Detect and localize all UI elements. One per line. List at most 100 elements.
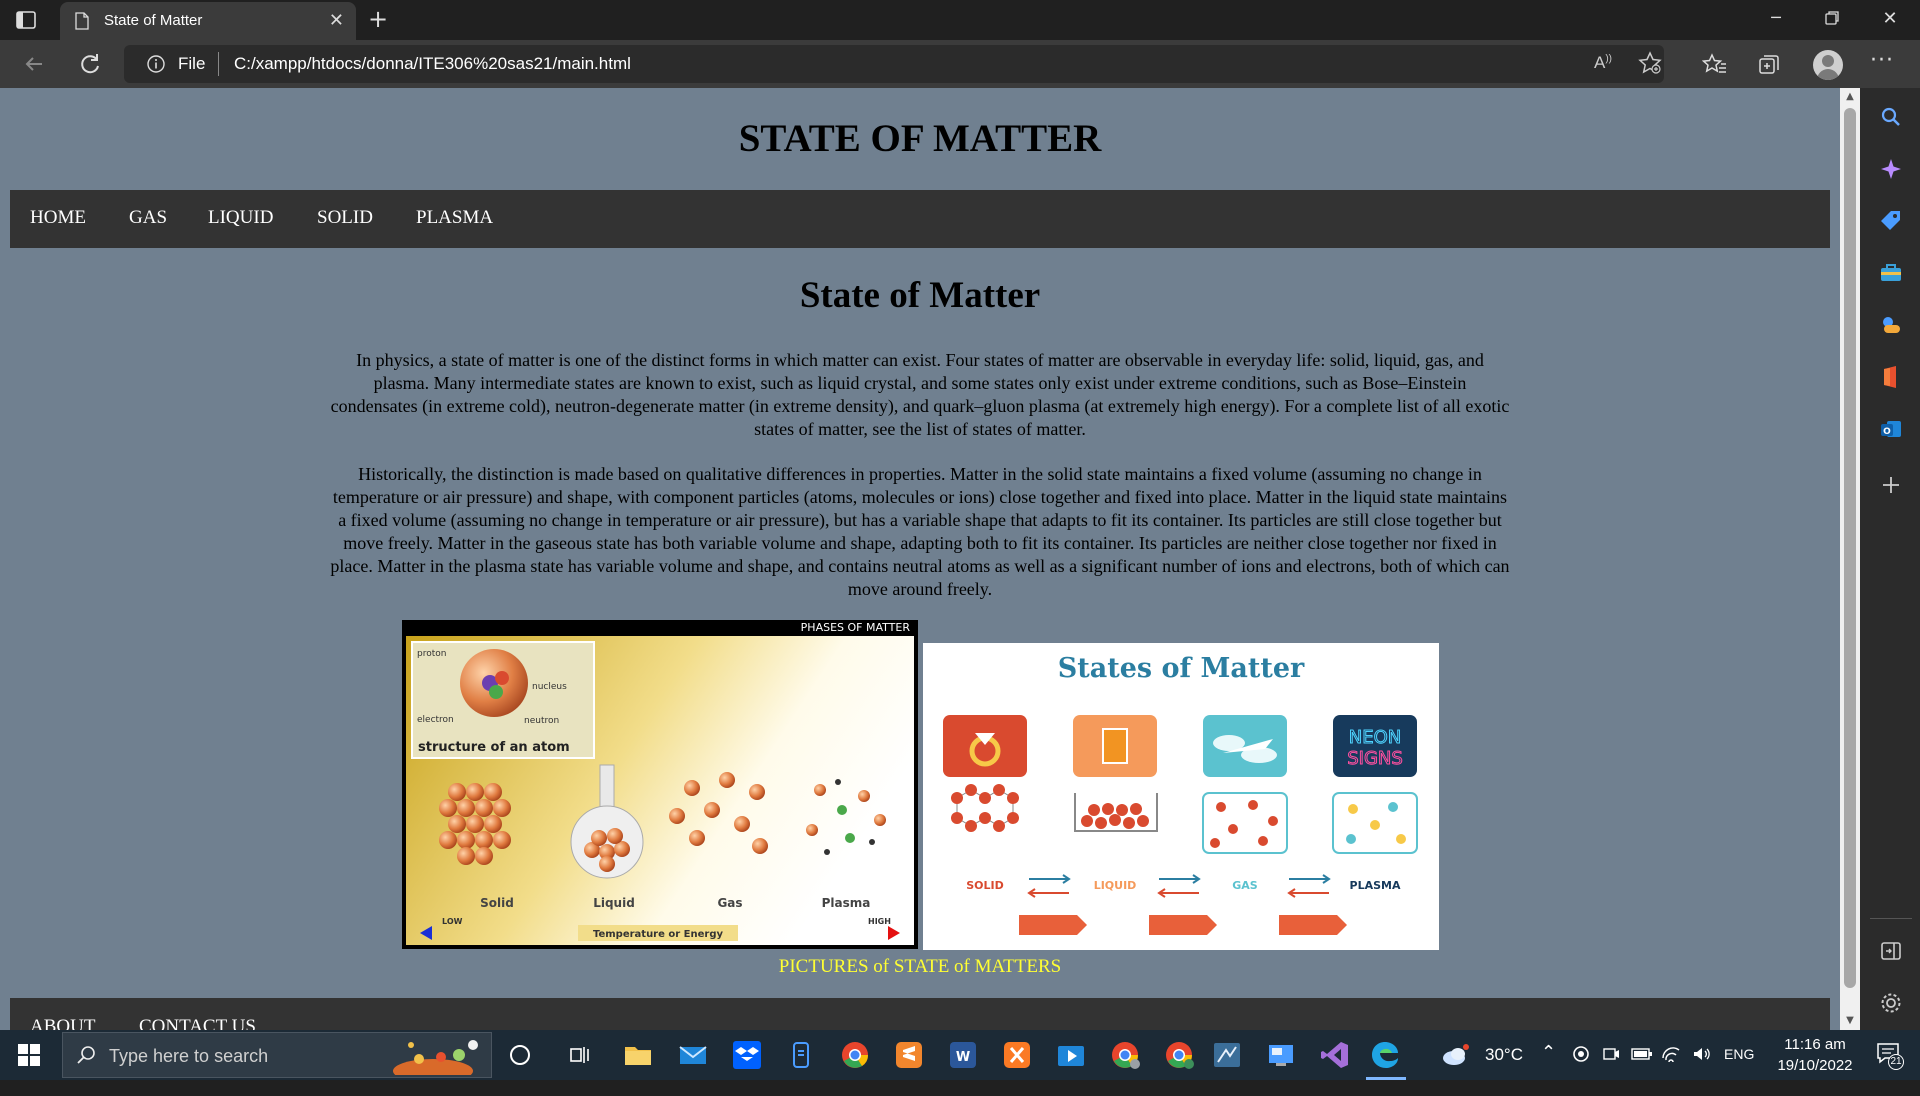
location-icon[interactable] — [1571, 1044, 1591, 1064]
task-view-icon[interactable] — [563, 1038, 597, 1072]
language-indicator[interactable]: ENG — [1724, 1046, 1754, 1096]
url-text[interactable]: C:/xampp/htdocs/donna/ITE306%20sas21/mai… — [234, 54, 631, 74]
file-label: File — [178, 54, 206, 73]
tab-title: State of Matter — [104, 12, 203, 29]
clock[interactable]: 11:16 am 19/10/2022 — [1760, 1034, 1870, 1076]
briefcase-icon[interactable] — [1878, 260, 1904, 286]
more-icon[interactable]: ··· — [1870, 48, 1894, 73]
video-editor-icon[interactable] — [1054, 1038, 1088, 1072]
cortana-icon[interactable] — [503, 1038, 537, 1072]
clock-time: 11:16 am — [1784, 1036, 1846, 1053]
dropbox-icon[interactable] — [730, 1038, 764, 1072]
svg-text:O: O — [1883, 427, 1891, 437]
office-icon[interactable] — [1878, 364, 1904, 390]
minimize-icon[interactable]: ─ — [1766, 8, 1786, 28]
windows-taskbar: Type here to search W 30°C ⌃ ENG 11:16 a… — [0, 1030, 1920, 1080]
footer-about-link[interactable]: ABOUT — [30, 1016, 95, 1030]
phase-label-plasma: Plasma — [822, 896, 871, 910]
control-panel-icon[interactable] — [1264, 1038, 1298, 1072]
tab-actions-icon[interactable] — [14, 8, 38, 32]
mail-icon[interactable] — [676, 1038, 710, 1072]
image2-title: States of Matter — [1058, 653, 1305, 684]
svg-text:LOW: LOW — [442, 917, 463, 926]
battery-icon[interactable] — [1631, 1046, 1653, 1062]
chrome-profile-2-icon[interactable] — [1162, 1038, 1196, 1072]
weather-temperature[interactable]: 30°C — [1485, 1045, 1523, 1095]
edge-sidebar: O — [1860, 88, 1920, 1030]
collections-icon[interactable] — [1756, 52, 1782, 78]
search-icon[interactable] — [1878, 104, 1904, 130]
visual-studio-icon[interactable] — [1318, 1038, 1352, 1072]
xampp-icon[interactable] — [1000, 1038, 1034, 1072]
page-viewport: STATE OF MATTER HOME GAS LIQUID SOLID PL… — [0, 88, 1840, 1030]
energy-axis-label: Temperature or Energy — [593, 929, 724, 940]
close-window-icon[interactable]: ✕ — [1880, 8, 1900, 29]
copilot-icon[interactable] — [1878, 156, 1904, 182]
wifi-icon[interactable] — [1661, 1044, 1681, 1064]
image-caption: PICTURES of STATE of MATTERS — [778, 956, 1062, 977]
meet-now-icon[interactable] — [1601, 1044, 1621, 1064]
nav-gas[interactable]: GAS — [129, 207, 167, 229]
phase-label-liquid: Liquid — [593, 896, 635, 910]
url-bar[interactable]: File C:/xampp/htdocs/donna/ITE306%20sas2… — [124, 45, 1664, 83]
clock-date: 19/10/2022 — [1777, 1057, 1853, 1074]
state-label-solid: SOLID — [966, 879, 1004, 892]
chevron-up-icon[interactable]: ⌃ — [1541, 1042, 1556, 1092]
top-navigation: HOME GAS LIQUID SOLID PLASMA — [10, 190, 1830, 248]
split-screen-icon[interactable] — [1878, 938, 1904, 964]
notifications-icon[interactable]: 21 — [1876, 1042, 1904, 1070]
edge-icon[interactable] — [1368, 1038, 1402, 1072]
history-paragraph: Historically, the distinction is made ba… — [330, 464, 1510, 599]
tag-icon[interactable] — [1878, 208, 1904, 234]
add-icon[interactable] — [1878, 472, 1904, 498]
taskbar-search[interactable]: Type here to search — [62, 1032, 492, 1078]
url-separator — [218, 52, 219, 76]
chrome-icon[interactable] — [838, 1038, 872, 1072]
back-icon[interactable] — [20, 50, 48, 78]
word-icon[interactable]: W — [946, 1038, 980, 1072]
file-explorer-icon[interactable] — [621, 1038, 655, 1072]
plus-icon[interactable]: + — [368, 6, 388, 32]
weather-icon[interactable] — [1440, 1038, 1470, 1072]
windows-start-icon[interactable] — [18, 1044, 40, 1066]
favorites-icon[interactable] — [1702, 52, 1728, 78]
profile-icon[interactable] — [1813, 50, 1843, 80]
refresh-icon[interactable] — [76, 50, 104, 78]
volume-icon[interactable] — [1691, 1044, 1711, 1064]
sql-server-icon[interactable] — [1210, 1038, 1244, 1072]
svg-text:HIGH: HIGH — [868, 917, 891, 926]
address-toolbar: File C:/xampp/htdocs/donna/ITE306%20sas2… — [0, 40, 1920, 88]
svg-text:neutron: neutron — [524, 716, 559, 726]
restore-icon[interactable] — [1824, 10, 1840, 26]
vertical-scrollbar[interactable]: ▲ ▼ — [1840, 88, 1860, 1030]
phase-label-solid: Solid — [480, 896, 514, 910]
browser-tab[interactable]: State of Matter ✕ — [60, 2, 356, 40]
close-icon[interactable]: ✕ — [329, 10, 344, 31]
info-icon[interactable] — [146, 54, 166, 74]
settings-icon[interactable] — [1878, 990, 1904, 1016]
svg-text:electron: electron — [417, 715, 454, 725]
nav-plasma[interactable]: PLASMA — [416, 207, 493, 229]
scroll-thumb[interactable] — [1844, 108, 1856, 988]
scroll-down-arrow-icon[interactable]: ▼ — [1840, 1012, 1860, 1030]
browser-title-bar: State of Matter ✕ + ─ ✕ — [0, 0, 1920, 40]
games-icon[interactable] — [1878, 312, 1904, 338]
add-favorite-icon[interactable] — [1638, 51, 1662, 75]
search-placeholder: Type here to search — [109, 1046, 269, 1066]
svg-text:NEON: NEON — [1349, 727, 1401, 748]
sidebar-divider — [1870, 918, 1912, 919]
nav-liquid[interactable]: LIQUID — [208, 207, 273, 229]
sublime-text-icon[interactable] — [892, 1038, 926, 1072]
outlook-icon[interactable]: O — [1878, 416, 1904, 442]
phone-link-icon[interactable] — [784, 1038, 818, 1072]
scroll-up-arrow-icon[interactable]: ▲ — [1840, 88, 1860, 106]
chrome-profile-icon[interactable] — [1108, 1038, 1142, 1072]
section-heading: State of Matter — [799, 275, 1041, 316]
footer-contact-link[interactable]: CONTACT US — [139, 1016, 256, 1030]
read-aloud-icon[interactable]: A)) — [1594, 53, 1612, 73]
nav-home[interactable]: HOME — [30, 207, 86, 229]
solid-lattice — [951, 784, 1019, 832]
state-label-gas: GAS — [1232, 879, 1258, 892]
nav-solid[interactable]: SOLID — [317, 207, 373, 229]
page-title: STATE OF MATTER — [738, 117, 1102, 160]
